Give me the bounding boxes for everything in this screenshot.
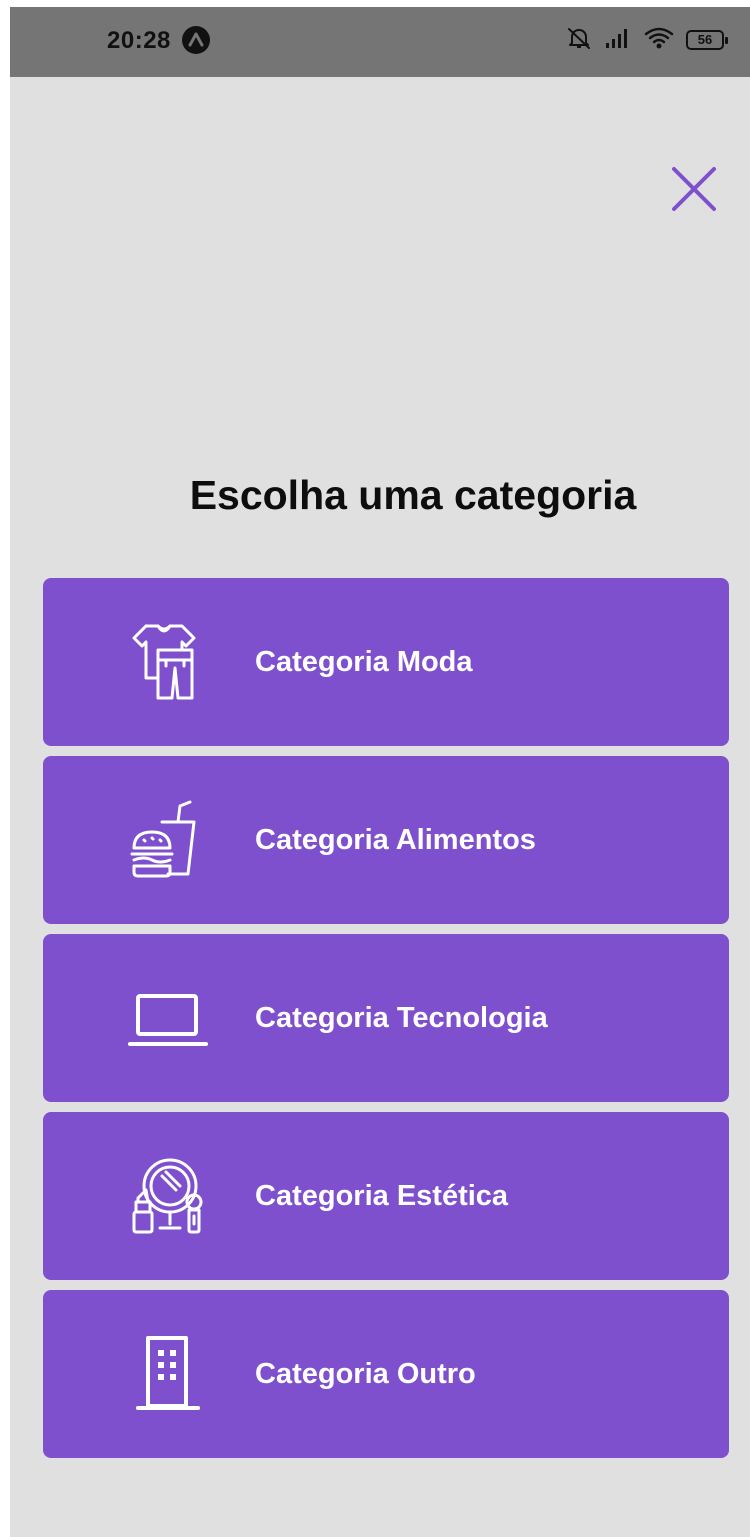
category-tecnologia-button[interactable]: Categoria Tecnologia (43, 934, 729, 1102)
category-list: Categoria Moda Categoria Alimentos Categ… (43, 578, 729, 1468)
close-icon (672, 167, 716, 211)
category-label: Categoria Alimentos (255, 824, 536, 856)
laptop-icon (128, 994, 208, 1046)
signal-icon (604, 27, 632, 54)
clothes-icon (132, 624, 196, 700)
category-label: Categoria Outro (255, 1358, 476, 1390)
category-label: Categoria Tecnologia (255, 1002, 548, 1034)
building-icon (136, 1336, 200, 1410)
status-bar: 20:28 56 (10, 7, 750, 77)
page-title: Escolha uma categoria (189, 472, 637, 518)
category-label: Categoria Estética (255, 1180, 509, 1212)
arch-icon (182, 26, 210, 54)
close-button[interactable] (670, 165, 718, 213)
wifi-icon (644, 26, 674, 55)
category-moda-button[interactable]: Categoria Moda (43, 578, 729, 746)
category-outro-button[interactable]: Categoria Outro (43, 1290, 729, 1458)
beauty-icon (132, 1158, 203, 1234)
category-alimentos-button[interactable]: Categoria Alimentos (43, 756, 729, 924)
battery-level: 56 (697, 32, 713, 47)
bell-off-icon (566, 25, 592, 56)
status-icons: 56 (566, 25, 728, 56)
app-screen: 20:28 56 Escolha uma categoria Categoria… (10, 7, 750, 1537)
food-icon (130, 800, 196, 878)
status-time: 20:28 (107, 27, 171, 54)
battery-icon: 56 (686, 30, 728, 50)
category-label: Categoria Moda (255, 646, 473, 678)
category-estetica-button[interactable]: Categoria Estética (43, 1112, 729, 1280)
battery-tip (725, 37, 728, 44)
